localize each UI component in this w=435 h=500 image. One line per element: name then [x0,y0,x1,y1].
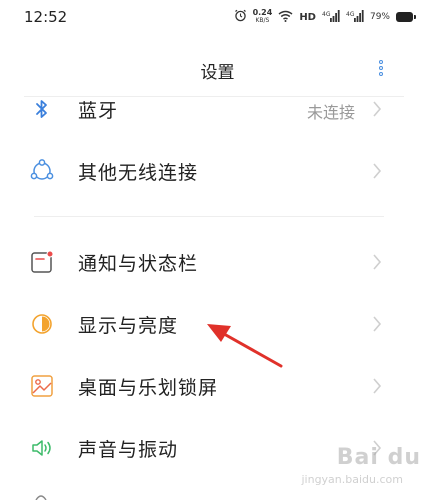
status-icons: 0.24 KB/S HD 4G 4G 79% [234,8,416,26]
wifi-icon [278,10,293,25]
more-dot-icon [379,72,383,76]
notification-icon [29,249,55,275]
network-speed-value: 0.24 [252,8,273,17]
settings-item-notification[interactable]: 通知与状态栏 [0,233,435,293]
settings-item-label: 桌面与乐划锁屏 [78,377,219,399]
signal-1-label: 4G [322,11,331,18]
network-speed: 0.24 KB/S [253,9,273,25]
status-time: 12:52 [24,8,68,26]
more-dot-icon [379,66,383,70]
chevron-right-icon [371,99,383,119]
hd-label: HD [299,11,316,23]
display-brightness-icon [29,311,55,337]
battery-percent: 79% [369,12,390,22]
bluetooth-icon [29,96,55,122]
sound-vibration-icon [29,435,55,461]
more-options-button[interactable] [375,56,387,80]
settings-item-desktop[interactable]: 桌面与乐划锁屏 [0,357,435,417]
settings-item-label: 显示与亮度 [78,315,179,337]
watermark-url: jingyan.baidu.com [301,473,403,486]
desktop-lockscreen-icon [29,373,55,399]
chevron-right-icon [371,252,383,272]
partial-item-icon [35,495,47,500]
chevron-right-icon [371,314,383,334]
watermark-logo: Bai du [336,445,421,470]
chevron-right-icon [371,376,383,396]
settings-screen: 12:52 0.24 KB/S HD 4G 4G 79% 设置 蓝牙 未连接 其… [0,0,435,500]
chevron-right-icon [371,161,383,181]
settings-item-bluetooth[interactable]: 蓝牙 未连接 [0,80,435,140]
signal-icon-sim1: 4G [322,9,340,25]
settings-item-label: 其他无线连接 [78,162,199,184]
battery-icon [396,12,416,22]
settings-item-label: 声音与振动 [78,439,179,461]
alarm-icon [234,9,247,25]
settings-item-label: 蓝牙 [78,100,119,122]
status-bar: 12:52 0.24 KB/S HD 4G 4G 79% [0,0,435,36]
wireless-connections-icon [29,158,55,184]
network-speed-unit: KB/S [255,17,270,24]
signal-2-label: 4G [346,11,355,18]
settings-item-label: 通知与状态栏 [78,253,199,275]
signal-icon-sim2: 4G [346,9,364,25]
more-dot-icon [379,60,383,64]
bluetooth-status: 未连接 [306,103,355,122]
settings-item-wireless[interactable]: 其他无线连接 [0,142,435,202]
group-divider [34,216,384,217]
